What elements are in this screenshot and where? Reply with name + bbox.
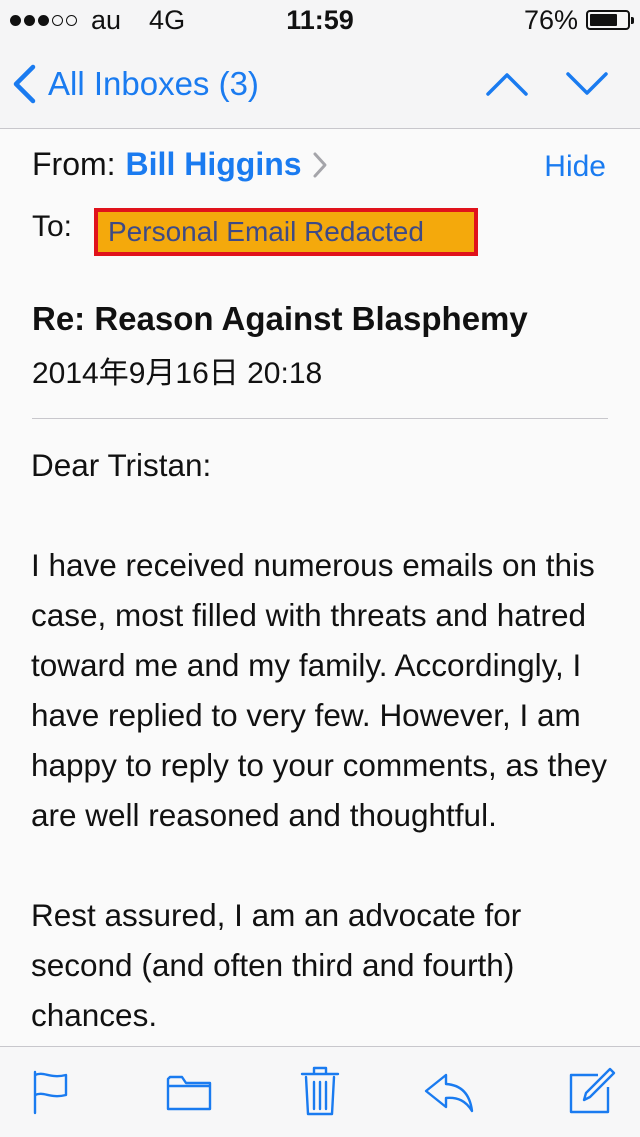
flag-icon xyxy=(33,1070,68,1115)
trash-icon xyxy=(300,1066,340,1116)
from-label: From: xyxy=(32,146,116,182)
delete-button[interactable] xyxy=(300,1065,340,1122)
redacted-recipient: Personal Email Redacted xyxy=(94,208,478,256)
previous-message-button[interactable] xyxy=(486,64,528,109)
chevron-down-icon xyxy=(566,72,608,95)
back-button[interactable]: All Inboxes (3) xyxy=(12,40,259,128)
back-button-label: All Inboxes (3) xyxy=(48,65,259,102)
chevron-right-icon[interactable] xyxy=(312,151,328,179)
status-right: 76% xyxy=(523,0,634,40)
message-subject: Re: Reason Against Blasphemy xyxy=(32,300,528,337)
chevron-up-icon xyxy=(486,73,528,96)
move-to-folder-button[interactable] xyxy=(166,1073,212,1116)
battery-percent: 76% xyxy=(523,5,578,35)
hide-details-button[interactable]: Hide xyxy=(544,150,606,184)
flag-button[interactable] xyxy=(30,1069,70,1120)
to-label: To: xyxy=(32,210,73,243)
sender-name[interactable]: Bill Higgins xyxy=(126,146,302,183)
top-chrome: au 4G 11:59 76% All Inboxes (3) xyxy=(0,0,640,129)
battery-icon xyxy=(586,10,634,30)
message-header: From: Bill Higgins Hide To: Personal Ema… xyxy=(32,128,608,419)
compose-button[interactable] xyxy=(568,1065,616,1120)
from-row: From: Bill Higgins xyxy=(32,146,328,183)
folder-icon xyxy=(166,1075,212,1111)
status-bar: au 4G 11:59 76% xyxy=(0,0,640,40)
reply-icon xyxy=(424,1073,474,1113)
reply-button[interactable] xyxy=(422,1071,476,1120)
message-date: 2014年9月16日 20:18 xyxy=(32,357,323,390)
next-message-button[interactable] xyxy=(566,64,608,109)
bottom-toolbar xyxy=(0,1046,640,1137)
chevron-left-icon xyxy=(13,64,36,104)
body-paragraph: Rest assured, I am an advocate for secon… xyxy=(31,897,522,1033)
body-paragraph: I have received numerous emails on this … xyxy=(31,547,608,833)
battery-fill xyxy=(590,14,618,26)
battery-tip xyxy=(631,17,634,24)
body-paragraph: Dear Tristan: xyxy=(31,447,212,483)
message-body: Dear Tristan: I have received numerous e… xyxy=(31,440,621,1046)
compose-icon xyxy=(569,1067,616,1114)
navigation-bar: All Inboxes (3) xyxy=(0,40,640,128)
